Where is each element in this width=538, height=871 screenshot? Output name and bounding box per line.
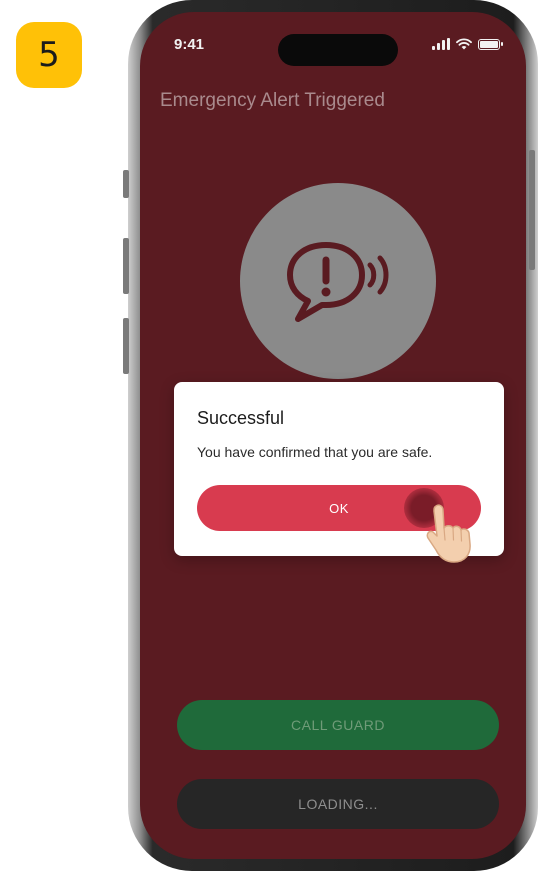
dialog-message: You have confirmed that you are safe. xyxy=(197,444,433,460)
phone-volume-down-button xyxy=(123,318,129,374)
call-guard-button[interactable]: CALL GUARD xyxy=(177,700,499,750)
call-guard-button-label: CALL GUARD xyxy=(291,717,385,733)
phone-volume-up-button xyxy=(123,238,129,294)
phone-screen: 9:41 Emergency Alert Triggered Successfu… xyxy=(140,12,526,859)
step-number: 5 xyxy=(38,35,60,75)
loading-button[interactable]: LOADING... xyxy=(177,779,499,829)
dialog-title: Successful xyxy=(197,408,285,428)
ok-button-label: OK xyxy=(329,500,349,516)
pointing-hand-icon xyxy=(426,504,471,563)
loading-button-label: LOADING... xyxy=(298,796,378,812)
phone-side-button xyxy=(123,170,129,198)
success-dialog: Successful You have confirmed that you a… xyxy=(174,382,504,563)
step-number-badge: 5 xyxy=(16,22,82,88)
tutorial-step-page: 5 9:41 Emergency Alert Triggered Success… xyxy=(0,0,538,871)
phone-power-button xyxy=(529,150,535,270)
